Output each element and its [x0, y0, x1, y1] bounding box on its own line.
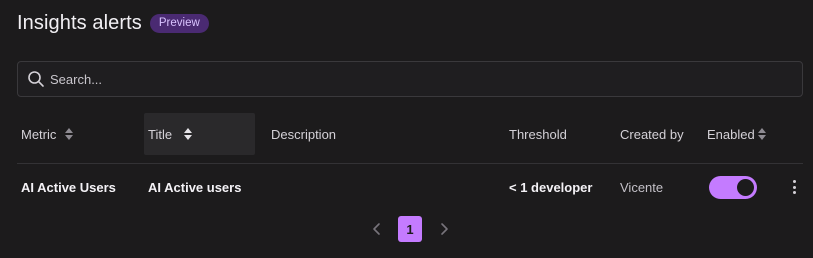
column-label-enabled: Enabled: [707, 126, 755, 142]
search-input[interactable]: [50, 62, 790, 96]
page-button-current[interactable]: 1: [398, 216, 422, 242]
cell-metric: AI Active Users: [21, 179, 116, 195]
column-header-metric[interactable]: Metric: [21, 113, 74, 155]
column-header-created-by: Created by: [620, 113, 684, 155]
more-options-icon[interactable]: [789, 180, 799, 194]
preview-badge: Preview: [149, 13, 209, 33]
chevron-left-icon[interactable]: [370, 221, 384, 237]
page-title: Insights alerts: [17, 11, 142, 34]
sort-icon: [757, 128, 766, 140]
page-header: Insights alerts Preview: [17, 10, 209, 36]
column-header-enabled[interactable]: Enabled: [707, 113, 766, 155]
column-label-title: Title: [148, 126, 173, 142]
column-label-created-by: Created by: [620, 126, 684, 142]
insights-alerts-page: Insights alerts Preview Metric Title Des…: [0, 0, 813, 258]
table-header-divider: [17, 163, 803, 164]
column-header-description: Description: [271, 113, 336, 155]
column-label-description: Description: [271, 126, 337, 142]
toggle-knob: [737, 179, 754, 196]
column-label-threshold: Threshold: [509, 126, 567, 142]
cell-threshold: < 1 developer: [509, 179, 593, 195]
cell-created-by: Vicente: [620, 179, 664, 195]
sort-icon: [65, 128, 74, 140]
chevron-right-icon[interactable]: [437, 221, 451, 237]
search-box[interactable]: [17, 61, 803, 97]
column-header-threshold: Threshold: [509, 113, 567, 155]
enabled-toggle[interactable]: [709, 176, 757, 199]
column-label-metric: Metric: [21, 126, 57, 142]
cell-title: AI Active users: [148, 179, 242, 195]
sort-icon: [184, 128, 193, 140]
column-header-title[interactable]: Title: [144, 113, 255, 155]
search-icon: [28, 71, 44, 87]
